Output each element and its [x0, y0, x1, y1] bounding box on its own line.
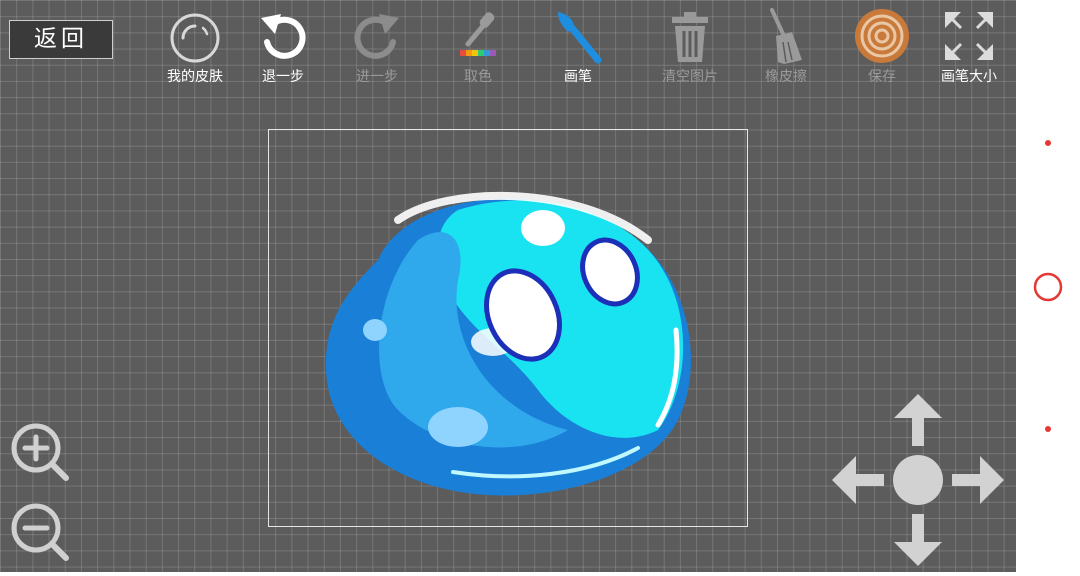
brush-button[interactable]: 画笔	[533, 8, 623, 92]
brush-size-label: 画笔大小	[941, 69, 997, 85]
undo-arrow-icon	[261, 14, 306, 59]
brush-label: 画笔	[564, 69, 592, 85]
my-skin-button[interactable]: 我的皮肤	[150, 8, 240, 92]
brush-size-button[interactable]: 画笔大小	[924, 8, 1014, 92]
paintbrush-icon	[558, 12, 602, 64]
eraser-button[interactable]: 橡皮擦	[741, 8, 831, 92]
pick-color-label: 取色	[464, 69, 492, 85]
save-label: 保存	[868, 69, 896, 85]
redo-arrow-icon	[354, 14, 399, 59]
undo-label: 退一步	[262, 69, 304, 85]
system-nav-panel	[1016, 0, 1080, 572]
zoom-out-icon[interactable]	[8, 500, 72, 564]
undo-button[interactable]: 退一步	[238, 8, 328, 92]
drawing-canvas-area[interactable]: 返回 我的皮肤 退一步 进一步 取色 画笔 清空图片 橡皮擦 保存 画笔大小	[0, 0, 1016, 572]
nav-back-dot-icon	[1045, 426, 1051, 432]
system-nav-buttons[interactable]	[1016, 0, 1080, 572]
redo-button[interactable]: 进一步	[332, 8, 422, 92]
eyedropper-icon	[460, 12, 496, 56]
expand-arrows-icon	[945, 12, 993, 60]
broom-icon	[770, 8, 802, 64]
pick-color-button[interactable]: 取色	[433, 8, 523, 92]
nav-menu-dot-icon	[1045, 140, 1051, 146]
zoom-in-icon[interactable]	[8, 420, 72, 484]
nav-home-icon	[1033, 272, 1063, 302]
directional-pad-icon[interactable]	[826, 388, 1010, 572]
redo-label: 进一步	[356, 69, 398, 85]
back-button[interactable]: 返回	[9, 20, 113, 59]
clear-image-button[interactable]: 清空图片	[645, 8, 735, 92]
save-button[interactable]: 保存	[837, 8, 927, 92]
clear-image-label: 清空图片	[662, 69, 718, 85]
my-skin-label: 我的皮肤	[167, 69, 223, 85]
eraser-label: 橡皮擦	[765, 69, 807, 85]
trash-can-icon	[672, 12, 708, 62]
bubble-icon	[170, 13, 220, 63]
slime-drawing	[325, 191, 691, 496]
target-icon	[855, 9, 909, 63]
